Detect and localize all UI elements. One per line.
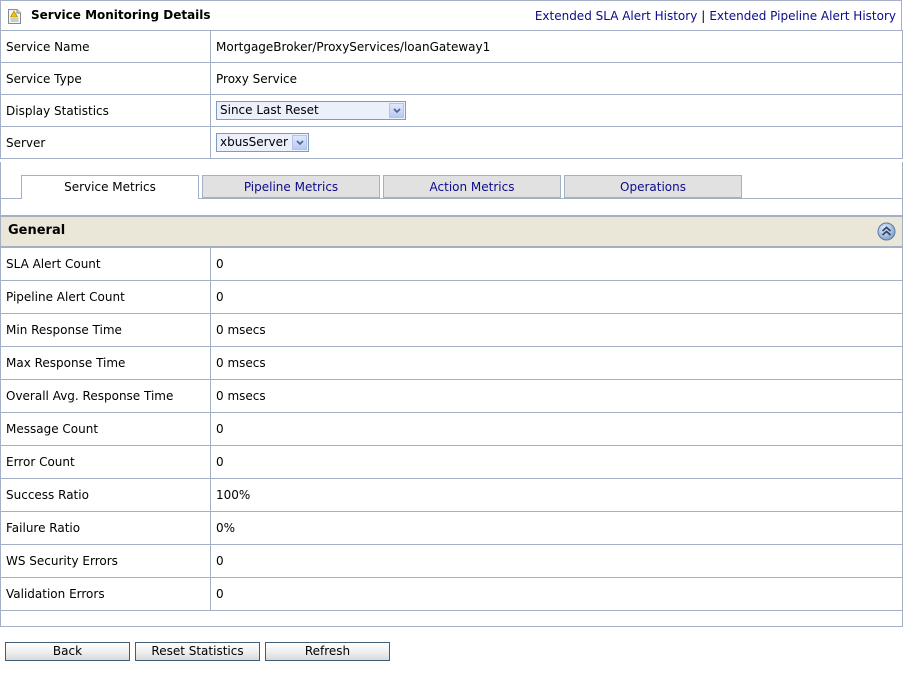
page-title: Service Monitoring Details [31,8,211,22]
metric-label: Pipeline Alert Count [0,280,211,314]
link-separator: | [701,9,706,23]
metric-label: Error Count [0,445,211,479]
metric-row: Failure Ratio 0% [0,511,903,545]
extended-pipeline-alert-history-link[interactable]: Extended Pipeline Alert History [709,9,896,23]
metric-row: Validation Errors 0 [0,577,903,611]
metric-row: Error Count 0 [0,445,903,479]
service-name-label: Service Name [0,30,211,63]
service-name-value: MortgageBroker/ProxyServices/loanGateway… [210,30,903,63]
display-statistics-label: Display Statistics [0,94,211,127]
metric-row: Message Count 0 [0,412,903,446]
metric-label: Overall Avg. Response Time [0,379,211,413]
metric-row: Min Response Time 0 msecs [0,313,903,347]
metric-value: 0 msecs [210,379,903,413]
metric-label: Message Count [0,412,211,446]
back-button[interactable]: Back [5,642,130,661]
metric-row: SLA Alert Count 0 [0,247,903,281]
alert-history-links: Extended SLA Alert History | Extended Pipe… [535,9,896,23]
document-alert-icon [8,9,21,24]
chevron-down-icon[interactable] [292,135,307,150]
service-info-table: Service Name MortgageBroker/ProxyService… [0,30,903,159]
metric-value: 100% [210,478,903,512]
metric-value: 0 [210,412,903,446]
metric-label: WS Security Errors [0,544,211,578]
server-label: Server [0,126,211,159]
metric-row: Success Ratio 100% [0,478,903,512]
metric-label: Min Response Time [0,313,211,347]
metric-label: Success Ratio [0,478,211,512]
metric-value: 0% [210,511,903,545]
page-header: Service Monitoring Details Extended SLA … [0,0,902,30]
server-selected: xbusServer [220,135,288,149]
tab-action-metrics[interactable]: Action Metrics [383,175,561,198]
tab-service-metrics[interactable]: Service Metrics [21,175,199,199]
display-statistics-row: Display Statistics Since Last Reset [0,94,903,127]
service-type-value: Proxy Service [210,62,903,95]
metrics-tabs: Service Metrics Pipeline Metrics Action … [0,162,903,216]
metric-value: 0 msecs [210,346,903,380]
metric-label: Max Response Time [0,346,211,380]
metric-label: SLA Alert Count [0,247,211,281]
metric-label: Failure Ratio [0,511,211,545]
metric-value: 0 [210,247,903,281]
service-name-row: Service Name MortgageBroker/ProxyService… [0,30,903,63]
general-section-header: General [0,215,903,247]
metric-value: 0 [210,445,903,479]
service-type-label: Service Type [0,62,211,95]
metric-row: Max Response Time 0 msecs [0,346,903,380]
general-metrics-table: SLA Alert Count 0 Pipeline Alert Count 0 Min… [0,247,903,611]
chevron-down-icon[interactable] [389,103,404,118]
metric-value: 0 [210,544,903,578]
metric-label: Validation Errors [0,577,211,611]
metric-value: 0 msecs [210,313,903,347]
service-type-row: Service Type Proxy Service [0,62,903,95]
metric-row: Pipeline Alert Count 0 [0,280,903,314]
tab-pipeline-metrics[interactable]: Pipeline Metrics [202,175,380,198]
metrics-table-footer [0,610,903,627]
display-statistics-select[interactable]: Since Last Reset [216,101,406,120]
metric-value: 0 [210,577,903,611]
section-title: General [8,223,66,238]
tab-operations[interactable]: Operations [564,175,742,198]
display-statistics-selected: Since Last Reset [220,103,319,117]
extended-sla-alert-history-link[interactable]: Extended SLA Alert History [535,9,697,23]
refresh-button[interactable]: Refresh [265,642,390,661]
server-row: Server xbusServer [0,126,903,159]
server-select[interactable]: xbusServer [216,133,309,152]
double-chevron-up-icon[interactable] [877,222,896,241]
metric-row: Overall Avg. Response Time 0 msecs [0,379,903,413]
reset-statistics-button[interactable]: Reset Statistics [135,642,260,661]
metric-row: WS Security Errors 0 [0,544,903,578]
metric-value: 0 [210,280,903,314]
